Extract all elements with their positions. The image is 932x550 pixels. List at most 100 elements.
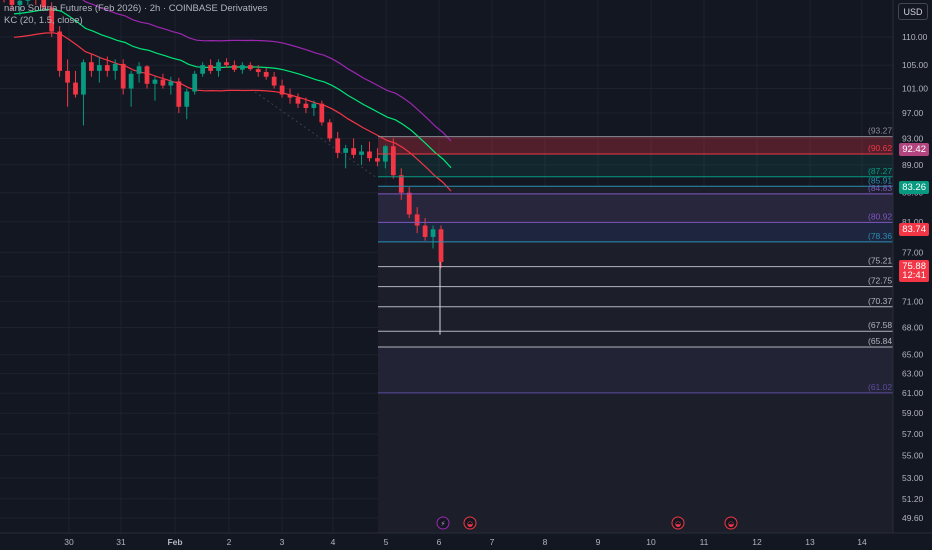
price-tick-label: 55.00 — [902, 451, 924, 461]
candle-body — [430, 229, 436, 237]
earnings-icon-glyph: ◒ — [467, 520, 473, 528]
candle-body — [200, 65, 206, 74]
candle-body — [327, 122, 333, 139]
time-tick-label: 13 — [805, 537, 815, 547]
candle-body — [438, 229, 444, 262]
price-tick-label: 49.60 — [902, 513, 924, 523]
candle-body — [184, 91, 190, 107]
candle-body — [271, 76, 277, 86]
time-tick-label: 6 — [437, 537, 442, 547]
time-axis-bg — [0, 533, 932, 550]
time-tick-label: 30 — [64, 537, 74, 547]
candle-body — [406, 192, 412, 215]
time-tick-label: Feb — [167, 537, 182, 547]
price-tick-label: 71.00 — [902, 296, 924, 306]
time-tick-label: 5 — [384, 537, 389, 547]
candle-body — [303, 103, 309, 108]
price-tick-label: 68.00 — [902, 322, 924, 332]
price-tick-label: 59.00 — [902, 408, 924, 418]
level-label: (65.84) — [868, 336, 895, 346]
candle-body — [343, 148, 349, 153]
level-label: (93.27) — [868, 126, 895, 136]
candle-body — [160, 79, 166, 86]
lightning-icon: ⚡ — [436, 516, 450, 530]
currency-button[interactable]: USD — [898, 3, 928, 20]
indicator-label[interactable]: KC (20, 1.5, close) — [4, 15, 83, 26]
price-tick-label: 53.00 — [902, 473, 924, 483]
level-label: (84.83) — [868, 183, 895, 193]
earnings-icon: ◒ — [724, 516, 738, 530]
time-tick-label: 14 — [857, 537, 867, 547]
candle-body — [96, 65, 102, 71]
price-badge: 83.26 — [899, 181, 929, 194]
level-label: (67.58) — [868, 320, 895, 330]
candle-body — [398, 175, 404, 193]
price-tick-label: 110.00 — [902, 32, 928, 42]
candle-body — [351, 148, 356, 155]
candle-body — [255, 69, 261, 73]
price-tick-label: 93.00 — [902, 133, 924, 143]
candle-body — [216, 62, 221, 71]
time-tick-label: 9 — [596, 537, 601, 547]
price-tick-label: 97.00 — [902, 108, 924, 118]
candle-body — [81, 62, 86, 95]
price-badge: 12:41 — [899, 269, 929, 282]
candle-body — [192, 73, 198, 92]
level-label: (75.21) — [868, 256, 895, 266]
level-label: (70.37) — [868, 296, 895, 306]
price-chart[interactable]: (93.27)(90.62)(87.27)(85.91)(84.83)(80.9… — [0, 0, 932, 550]
candle-body — [104, 65, 110, 71]
candle-body — [367, 151, 372, 159]
price-tick-label: 89.00 — [902, 160, 924, 170]
earnings-icon-glyph: ◒ — [675, 520, 681, 528]
level-label: (78.36) — [868, 231, 895, 241]
zone-blue — [378, 222, 893, 242]
candle-body — [390, 146, 396, 176]
price-badge: 83.74 — [899, 223, 929, 236]
time-tick-label: 31 — [116, 537, 126, 547]
candle-body — [247, 65, 253, 70]
zone-green — [378, 154, 893, 177]
symbol-title[interactable]: nano Solana Futures (Feb 2026) · 2h · CO… — [4, 3, 267, 14]
candle-body — [295, 97, 301, 104]
price-tick-label: 77.00 — [902, 247, 924, 257]
candle-body — [152, 79, 158, 84]
time-tick-label: 7 — [490, 537, 495, 547]
time-tick-label: 4 — [331, 537, 336, 547]
candle-body — [65, 70, 70, 83]
price-badge: 92.42 — [899, 143, 929, 156]
price-tick-label: 61.00 — [902, 388, 924, 398]
forecast-zones — [254, 91, 893, 533]
time-tick-label: 11 — [700, 537, 709, 547]
price-tick-label: 57.00 — [902, 429, 924, 439]
candle-body — [112, 63, 118, 71]
level-label: (90.62) — [868, 143, 895, 153]
candle-body — [128, 73, 134, 89]
time-tick-label: 3 — [280, 537, 285, 547]
time-tick-label: 12 — [752, 537, 762, 547]
zone-purple — [378, 193, 893, 223]
candle-body — [73, 82, 78, 95]
candle-body — [375, 158, 380, 162]
candle-body — [136, 66, 142, 74]
time-tick-label: 2 — [227, 537, 232, 547]
lightning-icon-glyph: ⚡ — [441, 520, 446, 528]
zone-red — [378, 136, 893, 155]
zone-violet — [378, 346, 893, 393]
candle-body — [176, 81, 182, 107]
candle-body — [208, 65, 213, 71]
price-tick-label: 105.00 — [902, 60, 928, 70]
candle-body — [279, 85, 285, 95]
candle-body — [335, 138, 341, 153]
candle-body — [144, 66, 150, 84]
candle-body — [120, 63, 126, 89]
level-label: (61.02) — [868, 382, 895, 392]
price-tick-label: 65.00 — [902, 350, 924, 360]
candle-body — [168, 81, 174, 86]
candle-body — [414, 214, 420, 226]
candle-body — [263, 72, 269, 77]
candle-body — [57, 31, 63, 71]
candle-body — [422, 225, 428, 237]
candle-body — [224, 62, 229, 66]
time-tick-label: 8 — [543, 537, 548, 547]
